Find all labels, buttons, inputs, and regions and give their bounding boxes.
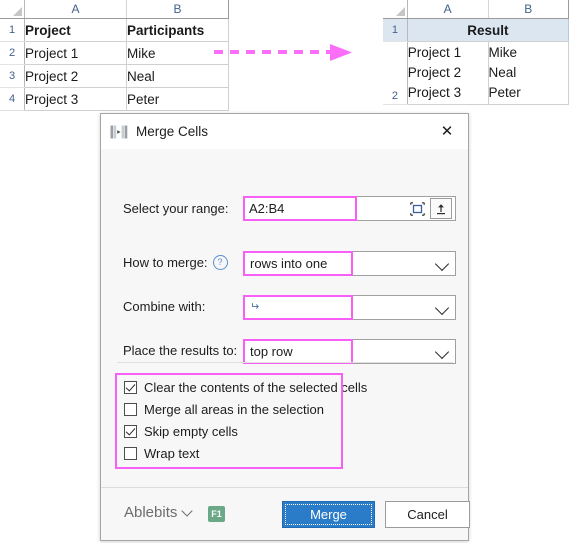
how-to-merge-row: How to merge: ? rows into one [115,251,456,276]
f1-help-badge[interactable]: F1 [208,506,225,522]
how-to-merge-value: rows into one [250,256,328,271]
place-results-value: top row [250,344,293,359]
section-divider [117,362,453,363]
option-merge-all-areas-checkbox[interactable] [124,402,137,416]
result-merged-b-line-3: Peter [488,85,521,100]
place-results-label: Place the results to: [123,343,238,358]
source-row-header-2[interactable]: 2 [0,41,25,65]
source-spreadsheet[interactable]: A B 1 Project Participants 2 Project 1 M… [0,0,229,111]
combine-with-value: ↵ [250,301,260,313]
table-row[interactable]: 3 Project 2 Neal [0,64,229,88]
source-cell-a3[interactable]: Project 2 [24,64,127,88]
result-merged-a-line-1: Project 1 [407,45,462,60]
corner-triangle-icon [13,7,22,16]
select-range-row: Select your range: A2:B4 [115,196,456,222]
dashed-arrow [212,40,362,64]
result-col-header-b[interactable]: B [488,0,569,19]
how-to-merge-select[interactable]: rows into one [243,251,456,276]
option-merge-all-areas-label: Merge all areas in the selection [144,401,324,417]
result-merged-cell-b[interactable]: Mike Neal Peter [488,41,569,105]
result-merged-cell-a[interactable]: Project 1 Project 2 Project 3 [407,41,489,105]
ablebits-menu-label: Ablebits [124,504,178,521]
combine-with-row: Combine with: ↵ [115,295,456,320]
result-merged-b-line-1: Mike [488,45,518,60]
source-col-header-a[interactable]: A [24,0,127,19]
option-wrap-text-checkbox[interactable] [124,446,137,460]
close-icon[interactable]: ✕ [426,114,468,148]
merge-options-group: Clear the contents of the selected cells… [115,373,367,469]
option-clear-contents-checkbox[interactable] [124,380,137,394]
select-range-label: Select your range: [123,201,229,216]
result-merged-a-line-2: Project 2 [407,65,462,80]
result-row-header-1[interactable]: 1 [383,18,408,42]
corner-triangle-icon [395,7,405,16]
merge-cells-dialog: Merge Cells ✕ Select your range: A2:B4 H… [100,113,470,541]
result-select-all-corner[interactable] [383,0,408,19]
source-col-header-b[interactable]: B [126,0,229,19]
result-merged-b-line-2: Neal [488,65,517,80]
table-row[interactable]: 4 Project 3 Peter [0,87,229,111]
result-spreadsheet[interactable]: A B 1 Result 2 Project 1 Project 2 Proje… [383,0,569,105]
combine-with-label: Combine with: [123,299,206,314]
option-clear-contents-label: Clear the contents of the selected cells [144,379,368,395]
source-cell-b3[interactable]: Neal [126,64,229,88]
select-range-icon[interactable] [407,199,427,218]
table-row[interactable]: 1 Result [383,18,569,42]
dialog-title: Merge Cells [136,124,209,139]
result-col-header-a[interactable]: A [407,0,489,19]
how-to-merge-label-text: How to merge: [123,255,208,270]
how-to-merge-label: How to merge: ? [123,255,228,270]
chevron-down-icon [434,256,450,272]
result-row-header-2[interactable]: 2 [383,41,408,105]
source-row-header-4[interactable]: 4 [0,87,25,111]
option-wrap-text-label: Wrap text [144,445,200,461]
table-row[interactable]: 2 Project 1 Mike [0,41,229,65]
help-icon[interactable]: ? [212,255,228,270]
option-wrap-text[interactable]: Wrap text [115,442,343,464]
collapse-dialog-icon[interactable] [430,198,452,219]
dialog-footer: Ablebits F1 Merge Cancel [101,487,470,540]
place-results-select[interactable]: top row [243,339,456,364]
source-cell-a2[interactable]: Project 1 [24,41,127,65]
merge-button[interactable]: Merge [282,501,375,528]
table-row[interactable]: 1 Project Participants [0,18,229,42]
source-row-header-3[interactable]: 3 [0,64,25,88]
option-merge-all-areas[interactable]: Merge all areas in the selection [115,398,343,420]
chevron-down-icon [181,505,194,517]
source-cell-b1[interactable]: Participants [126,18,229,42]
table-row[interactable]: 2 Project 1 Project 2 Project 3 Mike Nea… [383,41,569,105]
cancel-button[interactable]: Cancel [385,501,470,528]
chevron-down-icon [434,344,450,360]
source-row-header-1[interactable]: 1 [0,18,25,42]
result-merged-header-cell[interactable]: Result [407,18,569,42]
source-cell-a1[interactable]: Project [24,18,127,42]
source-cell-a4[interactable]: Project 3 [24,87,127,111]
combine-with-select[interactable]: ↵ [243,295,456,320]
chevron-down-icon [434,300,450,316]
option-skip-empty-cells-label: Skip empty cells [144,423,238,439]
dialog-titlebar: Merge Cells ✕ [101,114,468,149]
select-all-corner[interactable] [0,0,25,19]
option-clear-contents[interactable]: Clear the contents of the selected cells [115,376,367,398]
place-results-row: Place the results to: top row [115,339,456,364]
result-merged-a-line-3: Project 3 [407,85,462,100]
range-input-box[interactable]: A2:B4 [243,196,456,221]
merge-cells-icon [110,125,128,138]
option-skip-empty-cells-checkbox[interactable] [124,424,137,438]
ablebits-menu[interactable]: Ablebits [124,504,194,521]
option-skip-empty-cells[interactable]: Skip empty cells [115,420,343,442]
range-input[interactable]: A2:B4 [249,201,284,216]
source-cell-b4[interactable]: Peter [126,87,229,111]
